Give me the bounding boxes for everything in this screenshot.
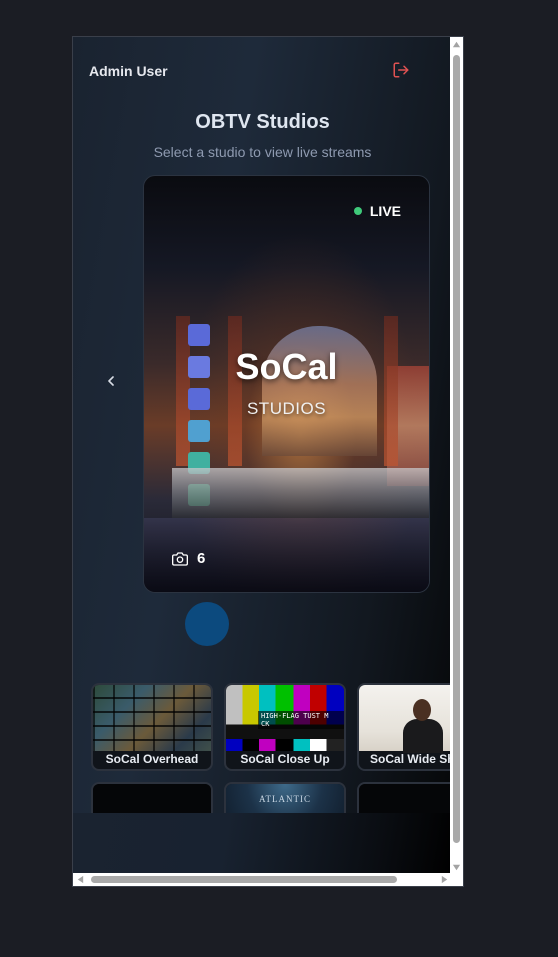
vertical-scrollbar[interactable]	[450, 37, 463, 875]
stream-preview	[359, 685, 452, 753]
stream-thumbnail[interactable]: SoCal Wide Shot	[357, 683, 452, 771]
carousel-indicator[interactable]	[185, 602, 229, 646]
horizontal-scrollbar[interactable]	[73, 873, 452, 886]
stream-thumbnail[interactable]: HIGH-FLAG TUST M CK SoCal Close Up	[224, 683, 346, 771]
stream-label: SoCal Wide Shot	[370, 752, 452, 766]
horizontal-scroll-thumb[interactable]	[91, 876, 397, 883]
featured-studio-card[interactable]: LIVE SoCal STUDIOS 6	[143, 175, 430, 593]
studio-name: SoCal	[235, 346, 338, 387]
page-subtitle: Select a studio to view live streams	[153, 144, 372, 160]
atlantic-text: ATLANTIC	[259, 794, 311, 804]
user-name: Admin User	[89, 63, 168, 79]
vertical-scroll-thumb[interactable]	[453, 55, 460, 843]
camera-icon	[172, 551, 188, 566]
live-label: LIVE	[369, 203, 401, 219]
chevron-left-icon[interactable]	[103, 373, 119, 389]
scrollbar-corner	[450, 873, 463, 886]
test-pattern-text: HIGH-FLAG TUST M CK	[258, 711, 344, 729]
logout-icon[interactable]	[392, 61, 410, 79]
scroll-down-icon[interactable]	[452, 863, 461, 872]
camera-count: 6	[172, 550, 205, 567]
app-viewport: Admin User OBTV Studios Select a studio …	[73, 37, 452, 875]
stream-label: SoCal Overhead	[105, 752, 199, 766]
live-dot-icon	[353, 207, 362, 215]
stream-thumbnail[interactable]: SoCal Overhead	[91, 683, 213, 771]
scroll-up-icon[interactable]	[452, 40, 461, 49]
scroll-left-icon[interactable]	[76, 875, 85, 884]
browser-frame: Admin User OBTV Studios Select a studio …	[72, 36, 464, 887]
live-badge: LIVE	[353, 203, 401, 219]
scroll-right-icon[interactable]	[440, 875, 449, 884]
stream-label: SoCal Close Up	[240, 752, 330, 766]
stream-preview	[93, 685, 211, 751]
bottom-fade	[73, 813, 452, 875]
stream-thumbnails: SoCal Overhead HIGH-FLAG TUST M CK SoCal…	[91, 683, 452, 870]
studio-pillar	[384, 316, 398, 466]
header: Admin User	[89, 61, 432, 85]
stream-preview: HIGH-FLAG TUST M CK	[226, 685, 344, 751]
studio-pillar	[228, 316, 242, 466]
page-title: OBTV Studios	[195, 111, 330, 133]
studio-stage	[172, 468, 429, 518]
camera-count-value: 6	[197, 550, 206, 567]
studio-subtitle: STUDIOS	[246, 399, 327, 418]
